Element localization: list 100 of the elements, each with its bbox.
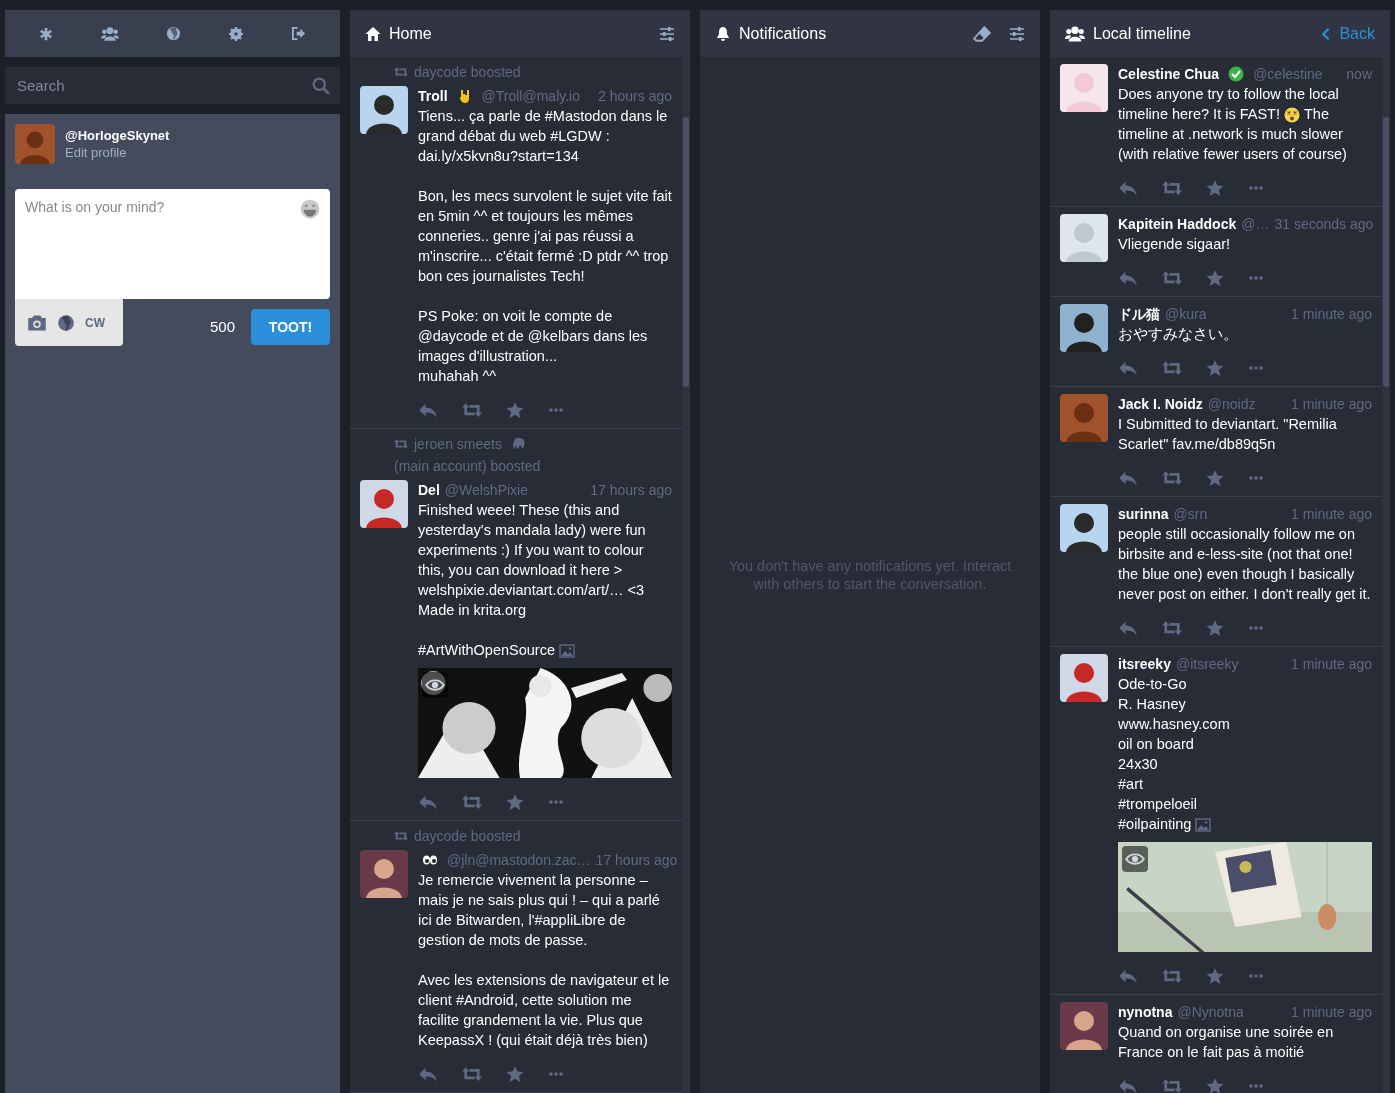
status-card[interactable]: itsreeky @itsreeky 1 minute ago Ode-to-Go R. Hasney www.hasney.com oil on board 24x30 #art #trompeloeil #oilpainting — [1050, 647, 1382, 995]
avatar[interactable] — [360, 850, 408, 898]
status-card[interactable]: nynotna @Nynotna 1 minute ago Quand on organise une soirée en France on le fait pas à moitié — [1050, 995, 1382, 1093]
favourite-button[interactable] — [1206, 1077, 1224, 1093]
star-icon — [506, 401, 524, 419]
image-icon — [1195, 817, 1212, 834]
display-name: itsreeky — [1118, 655, 1171, 674]
dizzy-face-icon — [1284, 107, 1300, 124]
boost-button[interactable] — [462, 1064, 482, 1084]
back-button[interactable]: Back — [1319, 24, 1375, 43]
public-button[interactable] — [166, 26, 182, 41]
star-icon — [1206, 619, 1224, 637]
status-card[interactable]: Kapitein Haddock @… 31 seconds ago Vliegende sigaar! — [1050, 207, 1382, 297]
avatar[interactable] — [1060, 504, 1108, 552]
username: @Troll@maly.io — [481, 87, 580, 106]
home-icon — [365, 25, 381, 42]
asterisk-icon — [38, 26, 53, 41]
boost-icon — [1162, 358, 1182, 378]
scrollbar[interactable] — [682, 57, 690, 1093]
boost-button[interactable] — [1162, 358, 1182, 378]
display-name: nynotna — [1118, 1003, 1173, 1022]
timestamp: 1 minute ago — [1291, 395, 1372, 414]
boost-label: daycode boosted — [414, 64, 521, 80]
scrollbar[interactable] — [1382, 57, 1390, 1093]
boost-label: daycode boosted — [414, 828, 521, 844]
favourite-button[interactable] — [1206, 359, 1224, 377]
image-icon — [559, 643, 575, 660]
boost-button[interactable] — [462, 400, 482, 420]
favourite-button[interactable] — [1206, 967, 1224, 985]
boost-button[interactable] — [462, 792, 482, 812]
users-icon — [100, 24, 119, 43]
getting-started-button[interactable] — [38, 26, 53, 41]
status-text: Bon, les mecs survolent le sujet vite fait en 5min ^^ et toujours les mêmes conneries.. genre j'ai pas réussi a m'inscrire... c'était fermé :D ptdr ^^ trop bon ces journalistes Tech! — [418, 187, 672, 286]
star-icon — [506, 793, 524, 811]
clear-button[interactable] — [973, 24, 991, 43]
search-icon — [312, 76, 330, 95]
status-text: おやすみなさい。 — [1118, 325, 1239, 344]
favourite-button[interactable] — [1206, 269, 1224, 287]
status-text: Vliegende sigaar! — [1118, 235, 1232, 254]
boost-button[interactable] — [1162, 268, 1182, 288]
avatar[interactable] — [1060, 304, 1108, 352]
status-card[interactable]: surinna @srn 1 minute ago people still occasionally follow me on birbsite and e-less-site (not that one! the blue one) even though I basically never post on either. I don't really get it. — [1050, 497, 1382, 647]
star-icon — [1206, 269, 1224, 287]
settings-icon — [229, 26, 244, 41]
username: @kura — [1165, 305, 1207, 324]
avatar[interactable] — [1060, 1002, 1108, 1050]
boost-button[interactable] — [1162, 468, 1182, 488]
display-name: Jack I. Noidz — [1118, 395, 1203, 414]
status-text: Finished weee! These (this and yesterday's mandala lady) were fun experiments :) If you want to colour this, you can download it here > welshpixie.deviantart.com/art/… <3 Made in krita.org — [418, 501, 647, 620]
column-settings-button[interactable] — [659, 25, 675, 42]
boost-icon — [394, 829, 408, 843]
boost-icon — [1162, 178, 1182, 198]
search-field[interactable]: Search — [5, 67, 340, 104]
status-text: Je remercie vivement la personne – mais je ne sais plus qui ! – qui a parlé ici de Bitwarden, l'#appliLibre de gestion de mots de passe. — [418, 871, 661, 950]
status-text: Quand on organise une soirée en France on le fait pas à moitié — [1118, 1023, 1335, 1062]
status-text: Avec les extensions de navigateur et le client #Android, cette solution me facilite grandement la vie. Plus que KeepassX ! (qui était déjà très bien) — [418, 971, 671, 1050]
content-warning-button[interactable]: CW — [85, 315, 105, 330]
status-card[interactable]: Jack I. Noidz @noidz 1 minute ago I Submitted to deviantart. "Remilia Scarlet" fav.me/db89q5n — [1050, 387, 1382, 497]
favourite-button[interactable] — [1206, 179, 1224, 197]
timestamp: 1 minute ago — [1291, 1003, 1372, 1022]
boost-icon — [394, 65, 408, 79]
hide-media-button[interactable] — [422, 672, 448, 698]
username: @itsreeky — [1175, 655, 1239, 674]
username: @celestine — [1253, 65, 1323, 84]
boost-icon — [462, 400, 482, 420]
favourite-button[interactable] — [1206, 469, 1224, 487]
boost-button[interactable] — [1162, 178, 1182, 198]
settings-button[interactable] — [229, 26, 244, 41]
star-icon — [1206, 469, 1224, 487]
boost-label: (main account) boosted — [394, 458, 541, 474]
emoji-icon — [300, 199, 320, 219]
favourite-button[interactable] — [1206, 619, 1224, 637]
status-text: I Submitted to deviantart. "Remilia Scarlet" fav.me/db89q5n — [1118, 415, 1338, 454]
status-card[interactable]: ドル猫 @kura 1 minute ago おやすみなさい。 — [1050, 297, 1382, 387]
boost-button[interactable] — [1162, 618, 1182, 638]
boost-button[interactable] — [1162, 966, 1182, 986]
favourite-button[interactable] — [506, 793, 524, 811]
status-text: PS Poke: on voit le compte de @daycode et de @kelbars dans les images d'illustration... muhahah ^^ — [418, 307, 649, 386]
column-title: Local timeline — [1093, 24, 1191, 43]
privacy-button[interactable] — [57, 313, 75, 332]
timestamp: 2 hours ago — [598, 87, 672, 106]
search-input[interactable]: Search — [15, 66, 312, 105]
compose-field[interactable]: What is on your mind? — [15, 189, 330, 299]
edit-profile-link[interactable]: Edit profile — [65, 145, 170, 160]
column-title: Notifications — [739, 24, 827, 43]
avatar[interactable] — [360, 86, 408, 134]
sign-out-icon — [291, 26, 307, 41]
logout-button[interactable] — [291, 26, 307, 41]
column-settings-button[interactable] — [1009, 25, 1025, 42]
boost-icon — [1162, 268, 1182, 288]
username: @jln@mastodon.zac… — [447, 851, 591, 870]
timestamp: 17 hours ago — [595, 851, 678, 870]
status-card[interactable]: Celestine Chua @celestine now Does anyone try to follow the local timeline here? It is FAST! The timeline at .network is much slower (with relative fewer users of course) — [1050, 57, 1382, 207]
favourite-button[interactable] — [506, 401, 524, 419]
boost-button[interactable] — [1162, 1076, 1182, 1093]
star-icon — [1206, 359, 1224, 377]
star-icon — [1206, 179, 1224, 197]
favourite-button[interactable] — [506, 1065, 524, 1083]
community-button[interactable] — [100, 24, 119, 43]
character-counter: 500 — [209, 318, 235, 335]
